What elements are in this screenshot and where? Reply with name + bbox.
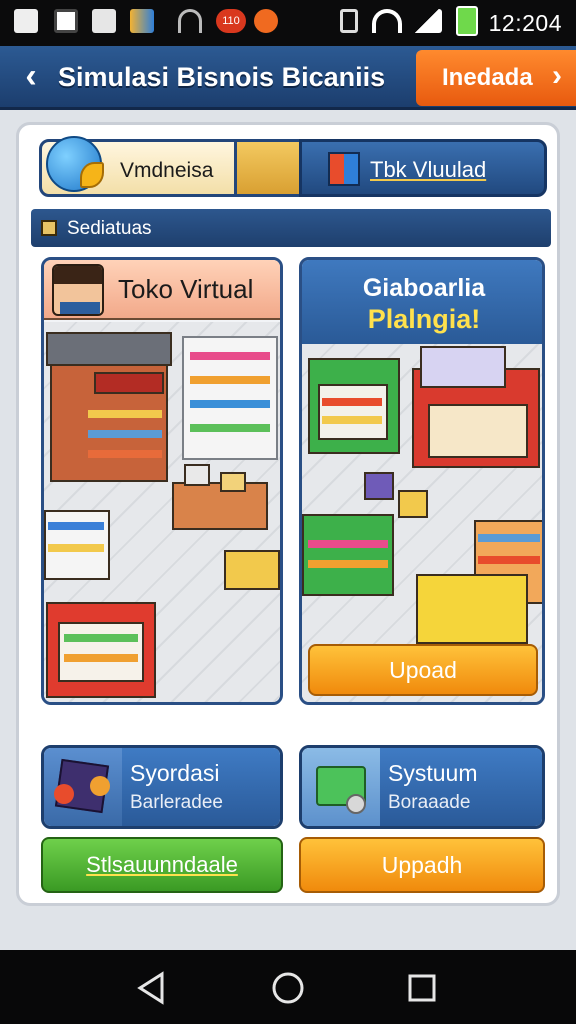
app-bar: ‹ Simulasi Bisnois Bicaniis Inedada › [0,46,576,110]
wifi-signal-icon [178,9,202,33]
battery-icon [456,6,478,36]
store-icon [130,9,154,33]
fire-icon [254,9,278,33]
leaf-icon [80,162,104,188]
image-icon [54,9,78,33]
home-circle-icon[interactable] [268,968,308,1008]
recents-square-icon[interactable] [402,968,442,1008]
section-title: Sediatuas [67,218,152,239]
info-card-title: Systuum [388,760,478,786]
main-card: Vmdneisa Tbk Vluulad Sediatuas Toko Virt… [16,122,560,906]
wifi-icon [372,9,402,33]
clock: 12:204 [488,10,562,36]
info-card-syordasi[interactable]: Syordasi Barleradee [41,745,283,829]
store-card-toko-virtual[interactable]: Toko Virtual [41,257,283,705]
checkbox-icon[interactable] [41,220,57,236]
produce-stall [302,514,394,596]
upload-button[interactable]: Upoad [308,644,538,696]
store-card-market[interactable]: Giaboarlia Plalngia! Upoad [299,257,545,705]
navigation-bar [0,950,576,1024]
status-bar: 110 12:204 [0,0,576,46]
cell-signal-icon [412,9,442,33]
yellow-sign-stall [416,574,528,644]
store-sign [420,346,506,388]
tab-label: Tbk Vluulad [370,157,487,182]
info-card-body: Syordasi Barleradee [122,748,280,826]
store-card-header: Toko Virtual [44,260,280,320]
vibrate-icon [340,9,358,33]
section-header: Sediatuas [31,209,551,247]
info-card-subtitle: Boraaade [388,792,471,813]
store-card-subtitle: Plalngia! [367,304,481,334]
info-card-title: Syordasi [130,760,220,786]
tab-label: Vmdneisa [120,159,214,182]
photo-icon [92,9,116,33]
app-icon [14,9,38,33]
flower-icon [54,784,74,804]
tab-toko-virtual[interactable]: Tbk Vluulad [299,139,547,197]
tab-divider [237,139,299,197]
coin-icon [346,794,366,814]
info-card-systuum[interactable]: Systuum Boraaade [299,745,545,829]
green-action-button[interactable]: Stlsauunndaale [41,837,283,893]
info-card-body: Systuum Boraaade [380,748,542,826]
shopping-bag-icon [328,152,360,186]
store-card-title: Toko Virtual [118,274,254,304]
next-button[interactable]: Inedada › [416,50,576,106]
tab-vmdneisa[interactable]: Vmdneisa [39,136,237,197]
tab-bar: Vmdneisa Tbk Vluulad [39,136,547,197]
icon-tile [44,748,122,826]
orange-action-button[interactable]: Uppadh [299,837,545,893]
chevron-right-icon: › [552,59,562,92]
notification-badge-icon: 110 [216,9,246,33]
info-card-subtitle: Barleradee [130,792,223,813]
next-button-label: Inedada [442,64,533,91]
kiosk-sign [94,372,164,394]
store-scene-illustration [44,322,280,702]
store-card-title: Giaboarlia [362,274,486,302]
store-card-header: Giaboarlia Plalngia! [302,260,542,344]
back-triangle-icon[interactable] [132,968,172,1008]
icon-tile [302,748,380,826]
kiosk-roof [46,332,172,366]
flower-icon [90,776,110,796]
avatar-icon [52,264,104,316]
chevron-left-icon[interactable]: ‹ [14,58,48,96]
sign-board [224,550,280,590]
page-title: Simulasi Bisnois Bicaniis [58,62,386,92]
